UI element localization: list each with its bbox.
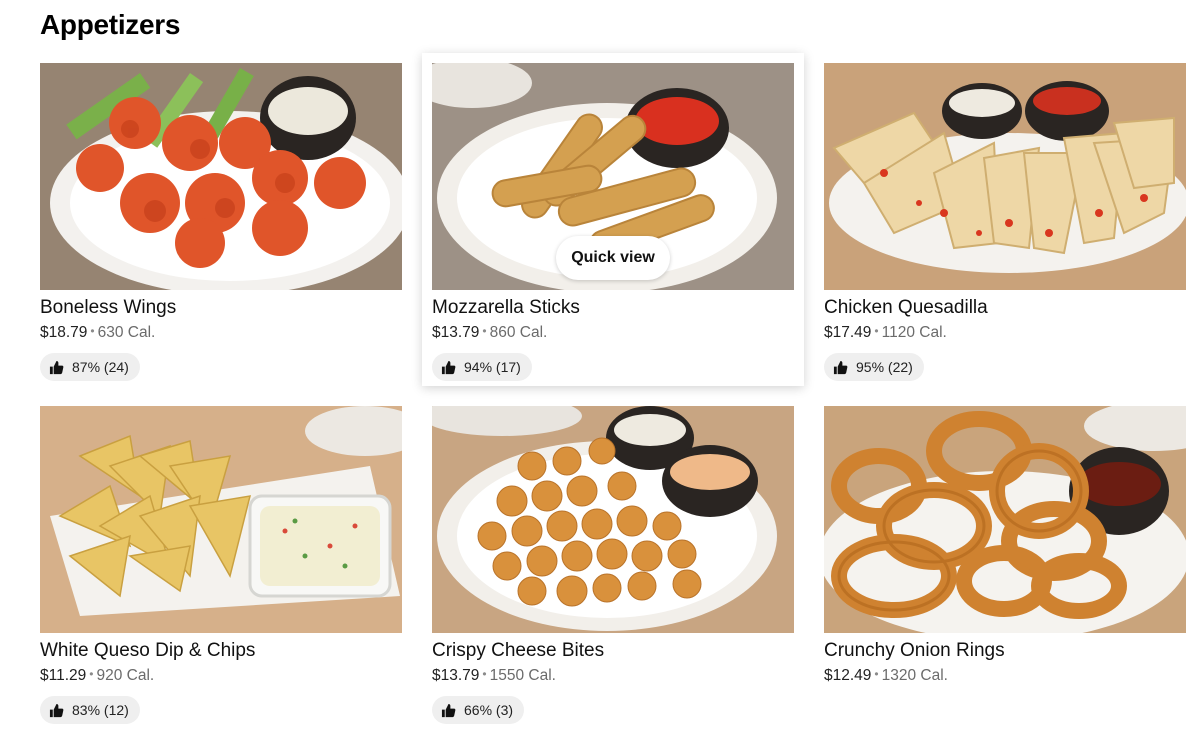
menu-item-card[interactable]: White Queso Dip & Chips $11.29 • 920 Cal. … bbox=[40, 406, 402, 749]
item-price: $12.49 bbox=[824, 667, 872, 684]
menu-grid: Boneless Wings $18.79 • 630 Cal. 87% (24) bbox=[40, 53, 1186, 749]
rating-text: 66% (3) bbox=[464, 702, 514, 718]
item-photo[interactable] bbox=[824, 406, 1186, 633]
rating-badge: 83% (12) bbox=[40, 696, 140, 724]
rating-badge: 66% (3) bbox=[432, 696, 525, 724]
item-meta: $13.79 • 860 Cal. bbox=[432, 322, 794, 342]
rating-badge: 94% (17) bbox=[432, 353, 532, 381]
rating-badge: 95% (22) bbox=[824, 353, 924, 381]
item-price: $13.79 bbox=[432, 667, 480, 684]
thumbs-up-icon bbox=[441, 360, 456, 374]
item-meta: $17.49 • 1120 Cal. bbox=[824, 322, 1186, 342]
separator-dot: • bbox=[482, 667, 487, 681]
item-meta: $13.79 • 1550 Cal. bbox=[432, 665, 794, 685]
thumbs-up-icon bbox=[49, 703, 64, 717]
rating-text: 83% (12) bbox=[72, 702, 129, 718]
rating-badge: 87% (24) bbox=[40, 353, 140, 381]
item-calories: 1120 Cal. bbox=[881, 324, 947, 341]
item-calories: 860 Cal. bbox=[489, 324, 548, 341]
menu-item-card[interactable]: Crunchy Onion Rings $12.49 • 1320 Cal. bbox=[824, 406, 1186, 749]
item-photo[interactable] bbox=[40, 406, 402, 633]
thumbs-up-icon bbox=[441, 703, 456, 717]
separator-dot: • bbox=[89, 667, 94, 681]
separator-dot: • bbox=[90, 324, 95, 338]
thumbs-up-icon bbox=[833, 360, 848, 374]
menu-item-card[interactable]: Quick view Mozzarella Sticks $13.79 • 860 … bbox=[422, 53, 804, 406]
rating-text: 87% (24) bbox=[72, 359, 129, 375]
item-meta: $18.79 • 630 Cal. bbox=[40, 322, 402, 342]
item-photo[interactable] bbox=[824, 63, 1186, 290]
quick-view-button[interactable]: Quick view bbox=[556, 236, 670, 280]
separator-dot: • bbox=[874, 667, 879, 681]
rating-text: 94% (17) bbox=[464, 359, 521, 375]
item-calories: 1550 Cal. bbox=[489, 667, 556, 684]
item-photo[interactable] bbox=[40, 63, 402, 290]
separator-dot: • bbox=[874, 324, 879, 338]
item-name[interactable]: Crunchy Onion Rings bbox=[824, 640, 1186, 662]
item-calories: 630 Cal. bbox=[97, 324, 156, 341]
item-price: $17.49 bbox=[824, 324, 872, 341]
separator-dot: • bbox=[482, 324, 487, 338]
item-name[interactable]: Crispy Cheese Bites bbox=[432, 640, 794, 662]
item-price: $11.29 bbox=[40, 667, 87, 684]
item-price: $18.79 bbox=[40, 324, 88, 341]
menu-item-card[interactable]: Chicken Quesadilla $17.49 • 1120 Cal. 95% … bbox=[824, 63, 1186, 406]
item-name[interactable]: Mozzarella Sticks bbox=[432, 297, 794, 319]
item-photo[interactable] bbox=[432, 406, 794, 633]
item-meta: $11.29 • 920 Cal. bbox=[40, 665, 402, 685]
menu-item-card[interactable]: Crispy Cheese Bites $13.79 • 1550 Cal. 66%… bbox=[432, 406, 794, 749]
item-name[interactable]: White Queso Dip & Chips bbox=[40, 640, 402, 662]
menu-item-card[interactable]: Boneless Wings $18.79 • 630 Cal. 87% (24) bbox=[40, 63, 402, 406]
section-title: Appetizers bbox=[40, 9, 181, 40]
thumbs-up-icon bbox=[49, 360, 64, 374]
item-price: $13.79 bbox=[432, 324, 480, 341]
rating-text: 95% (22) bbox=[856, 359, 913, 375]
item-name[interactable]: Boneless Wings bbox=[40, 297, 402, 319]
item-meta: $12.49 • 1320 Cal. bbox=[824, 665, 1186, 685]
item-calories: 920 Cal. bbox=[96, 667, 155, 684]
item-name[interactable]: Chicken Quesadilla bbox=[824, 297, 1186, 319]
item-calories: 1320 Cal. bbox=[881, 667, 948, 684]
